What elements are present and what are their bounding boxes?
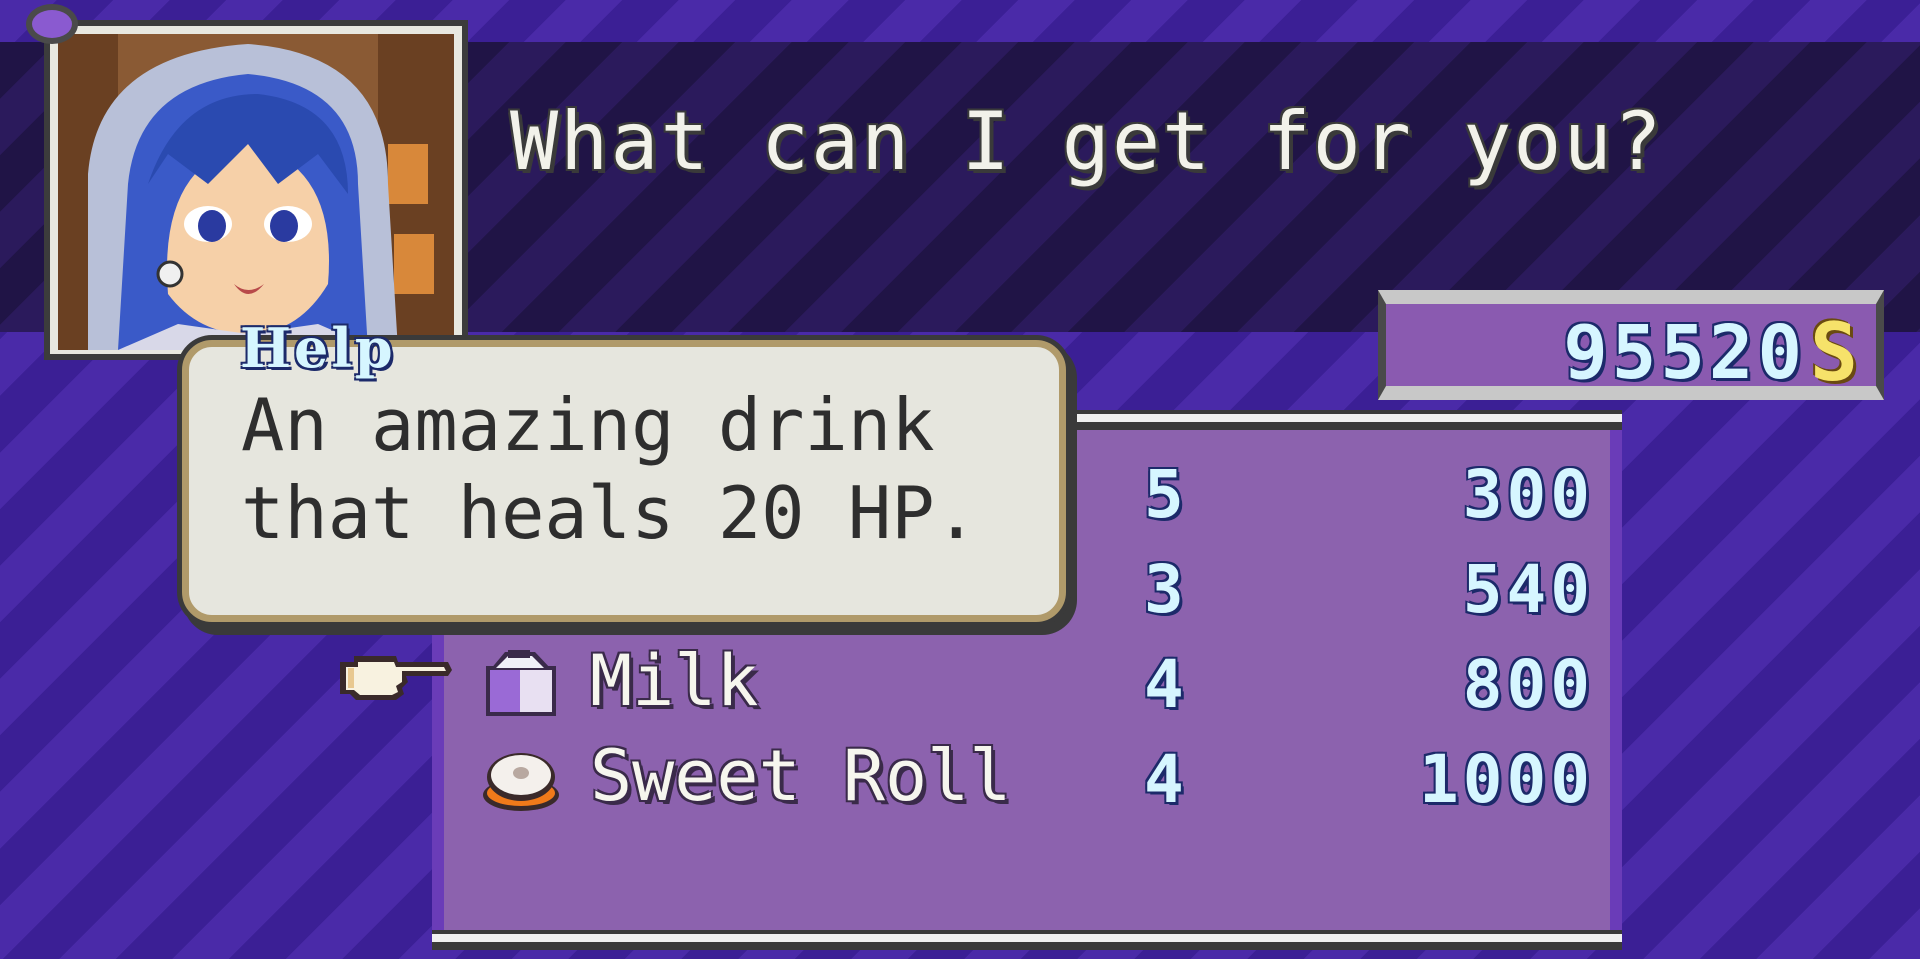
- shopkeeper-dialogue: What can I get for you?: [510, 95, 1664, 188]
- help-label: Help: [240, 316, 396, 380]
- money-amount: 95520: [1563, 310, 1806, 396]
- shop-item-row-selected[interactable]: Milk 4 800: [444, 640, 1610, 730]
- currency-icon: S: [1809, 306, 1858, 399]
- shop-screen: What can I get for you? 95520 S 5 300 3 …: [0, 0, 1920, 959]
- sweet-roll-icon: [483, 753, 559, 811]
- item-name: Sweet Roll: [590, 735, 1012, 817]
- item-price: 300: [1462, 456, 1594, 533]
- item-price: 1000: [1419, 741, 1594, 818]
- help-description-line-1: An amazing drink: [241, 383, 935, 467]
- item-stock: 4: [1144, 646, 1184, 723]
- item-stock: 3: [1144, 551, 1184, 628]
- portrait-ring-ornament: [26, 4, 78, 44]
- help-tooltip: An amazing drink that heals 20 HP.: [182, 340, 1066, 622]
- item-price: 800: [1462, 646, 1594, 723]
- shop-item-row[interactable]: Sweet Roll 4 1000: [444, 735, 1610, 825]
- shopkeeper-portrait: [44, 20, 468, 360]
- shopkeeper-portrait-art: [58, 34, 454, 350]
- item-name: Milk: [590, 640, 759, 722]
- panel-bottom-rail: [432, 930, 1622, 950]
- milk-carton-icon: [486, 650, 556, 716]
- item-stock: 5: [1144, 456, 1184, 533]
- item-price: 540: [1462, 551, 1594, 628]
- item-stock: 4: [1144, 741, 1184, 818]
- help-description-line-2: that heals 20 HP.: [241, 471, 978, 555]
- money-display: 95520 S: [1378, 290, 1884, 400]
- shopkeeper-face-icon: [58, 34, 454, 350]
- pointing-hand-cursor-icon: [340, 656, 452, 700]
